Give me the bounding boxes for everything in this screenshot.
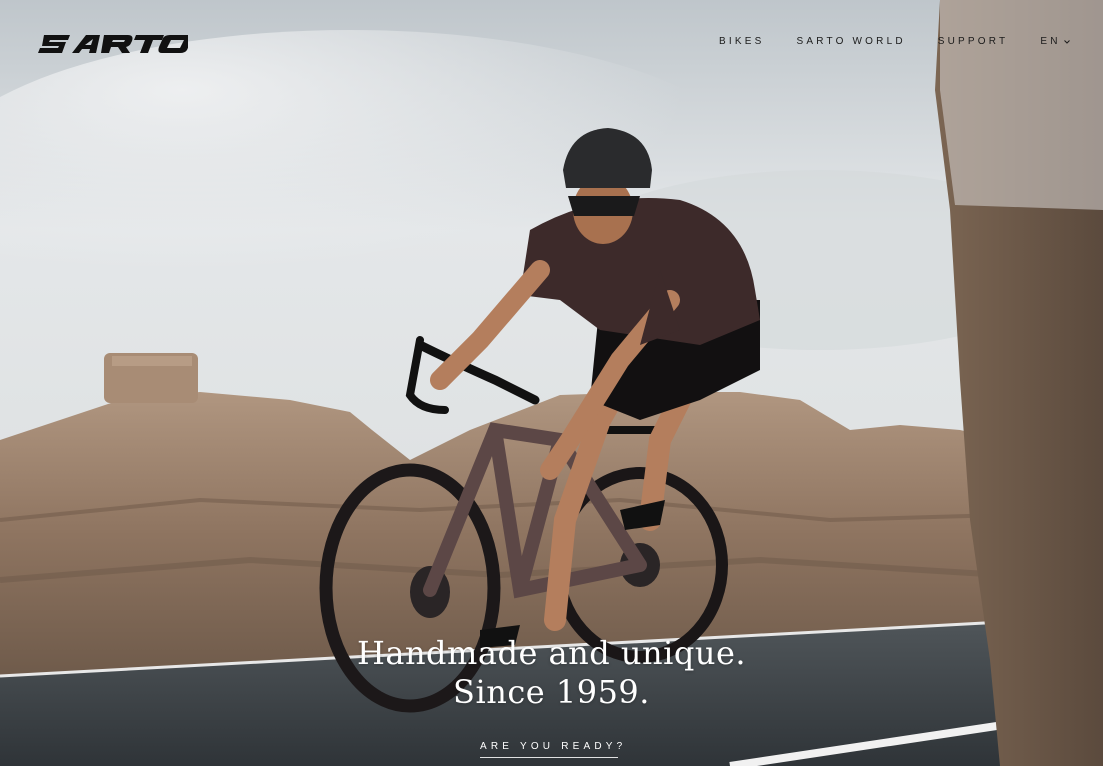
are-you-ready-link[interactable]: ARE YOU READY? [480, 741, 622, 758]
language-label: EN [1040, 36, 1061, 47]
top-navigation: BIKES SARTO WORLD SUPPORT EN [0, 0, 1103, 86]
main-menu: BIKES SARTO WORLD SUPPORT EN [719, 36, 1071, 47]
nav-item-sarto-world[interactable]: SARTO WORLD [796, 36, 905, 47]
nav-item-support[interactable]: SUPPORT [938, 36, 1009, 47]
chevron-down-icon [1063, 39, 1070, 44]
nav-item-bikes[interactable]: BIKES [719, 36, 764, 47]
hero-headline: Handmade and unique. Since 1959. [0, 634, 1103, 712]
language-selector[interactable]: EN [1040, 36, 1070, 47]
headline-line-2: Since 1959. [453, 673, 650, 711]
hero-section: BIKES SARTO WORLD SUPPORT EN Handmade an… [0, 0, 1103, 766]
sarto-logo[interactable] [38, 32, 188, 56]
headline-line-1: Handmade and unique. [356, 634, 747, 672]
